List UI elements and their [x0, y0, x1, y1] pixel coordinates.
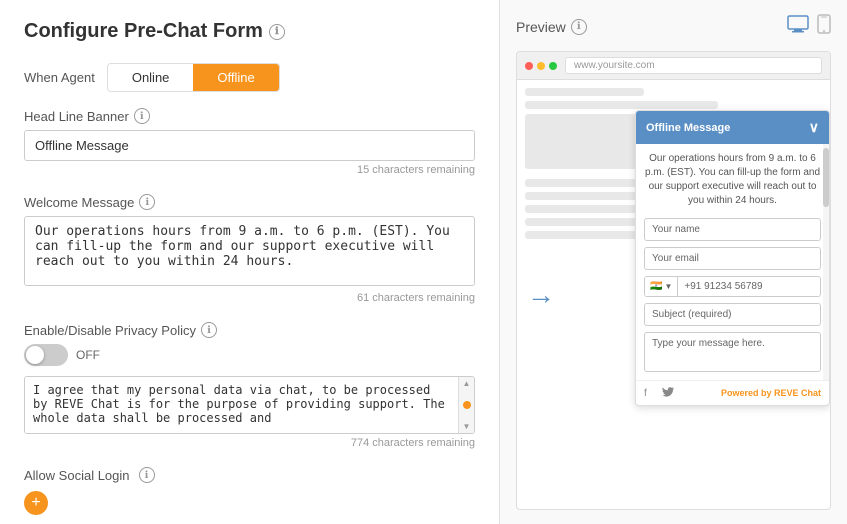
privacy-toggle-label: OFF	[76, 348, 100, 362]
headline-info-icon[interactable]: ℹ	[134, 108, 150, 124]
device-icons	[787, 14, 831, 39]
desktop-device-icon[interactable]	[787, 15, 809, 38]
chat-widget-header: Offline Message ∨	[636, 111, 829, 144]
privacy-policy-section: Enable/Disable Privacy Policy ℹ OFF ▲ ▼ …	[24, 322, 475, 449]
scrollbar-dot	[463, 401, 471, 409]
browser-dot-red	[525, 62, 533, 70]
chat-widget: Offline Message ∨ Our operations hours f…	[635, 110, 830, 406]
agent-toggle-label: When Agent	[24, 70, 95, 85]
privacy-toggle-switch[interactable]	[24, 344, 68, 366]
privacy-scrollbar: ▲ ▼	[458, 377, 474, 433]
welcome-message-textarea[interactable]	[24, 216, 475, 286]
privacy-policy-label: Enable/Disable Privacy Policy ℹ	[24, 322, 475, 338]
chat-phone-row: 🇮🇳 ▼ +91 91234 56789	[644, 276, 821, 297]
preview-title: Preview ℹ	[516, 19, 587, 35]
welcome-char-remaining: 61 characters remaining	[24, 292, 475, 304]
scrollbar-up-arrow[interactable]: ▲	[463, 379, 471, 388]
welcome-message-label: Welcome Message ℹ	[24, 194, 475, 210]
chat-powered-by: Powered by REVE Chat	[721, 388, 821, 398]
privacy-toggle-row: OFF	[24, 344, 475, 366]
chat-name-field[interactable]: Your name	[644, 218, 821, 241]
chat-widget-scrollbar-thumb	[823, 148, 829, 207]
privacy-textarea-wrap: ▲ ▼	[24, 376, 475, 434]
welcome-message-section: Welcome Message ℹ 61 characters remainin…	[24, 194, 475, 304]
browser-mockup: www.yoursite.com →	[516, 51, 831, 510]
agent-toggle-row: When Agent Online Offline	[24, 63, 475, 92]
india-flag-icon: 🇮🇳	[650, 281, 662, 292]
allow-social-label: Allow Social Login	[24, 468, 130, 483]
agent-toggle-group: Online Offline	[107, 63, 280, 92]
browser-dot-yellow	[537, 62, 545, 70]
chat-widget-scrollbar	[823, 144, 829, 380]
browser-dot-green	[549, 62, 557, 70]
chat-phone-input[interactable]: +91 91234 56789	[678, 277, 820, 296]
online-toggle-button[interactable]: Online	[108, 64, 194, 91]
privacy-info-icon[interactable]: ℹ	[201, 322, 217, 338]
headline-banner-input[interactable]	[24, 130, 475, 161]
browser-bar: www.yoursite.com	[517, 52, 830, 80]
svg-text:f: f	[644, 388, 647, 397]
chat-brand: REVE Chat	[774, 388, 821, 398]
preview-arrow: →	[527, 279, 555, 311]
preview-header: Preview ℹ	[516, 14, 831, 39]
twitter-icon[interactable]	[662, 386, 674, 400]
privacy-char-remaining: 774 characters remaining	[24, 437, 475, 449]
welcome-info-icon[interactable]: ℹ	[139, 194, 155, 210]
headline-banner-section: Head Line Banner ℹ 15 characters remaini…	[24, 108, 475, 176]
fake-line-6	[525, 218, 644, 226]
chat-widget-body-wrap: Our operations hours from 9 a.m. to 6 p.…	[636, 144, 829, 380]
add-social-login-button[interactable]: +	[24, 491, 48, 515]
browser-content: → Offline Message ∨ Our operations hours…	[517, 80, 830, 509]
allow-social-login-row: Allow Social Login ℹ	[24, 467, 475, 483]
fake-line-1	[525, 88, 644, 96]
mobile-device-icon[interactable]	[817, 14, 831, 39]
right-panel: Preview ℹ	[500, 0, 847, 524]
preview-info-icon[interactable]: ℹ	[571, 19, 587, 35]
page-title-text: Configure Pre-Chat Form	[24, 20, 263, 43]
chat-widget-body: Our operations hours from 9 a.m. to 6 p.…	[636, 144, 829, 380]
chat-phone-flag[interactable]: 🇮🇳 ▼	[645, 277, 678, 296]
left-panel: Configure Pre-Chat Form ℹ When Agent Onl…	[0, 0, 500, 524]
privacy-toggle-knob	[26, 346, 44, 364]
phone-dropdown-arrow: ▼	[664, 282, 672, 291]
page-title-info-icon[interactable]: ℹ	[269, 24, 285, 40]
chat-welcome-message: Our operations hours from 9 a.m. to 6 p.…	[644, 152, 821, 208]
chat-email-field[interactable]: Your email	[644, 247, 821, 270]
facebook-icon[interactable]: f	[644, 386, 654, 400]
scrollbar-down-arrow[interactable]: ▼	[463, 422, 471, 431]
browser-url: www.yoursite.com	[565, 57, 822, 74]
page-title: Configure Pre-Chat Form ℹ	[24, 20, 475, 43]
chat-social-icons: f	[644, 386, 674, 400]
headline-banner-label: Head Line Banner ℹ	[24, 108, 475, 124]
chat-widget-close-icon[interactable]: ∨	[809, 119, 819, 136]
social-login-info-icon[interactable]: ℹ	[139, 467, 155, 483]
offline-toggle-button[interactable]: Offline	[193, 64, 278, 91]
chat-widget-title: Offline Message	[646, 122, 730, 134]
headline-char-remaining: 15 characters remaining	[24, 164, 475, 176]
chat-widget-footer: f Powered by REVE Chat	[636, 380, 829, 405]
chat-subject-field[interactable]: Subject (required)	[644, 303, 821, 326]
privacy-textarea[interactable]	[25, 377, 458, 433]
chat-message-field[interactable]: Type your message here.	[644, 332, 821, 372]
fake-line-2	[525, 101, 718, 109]
